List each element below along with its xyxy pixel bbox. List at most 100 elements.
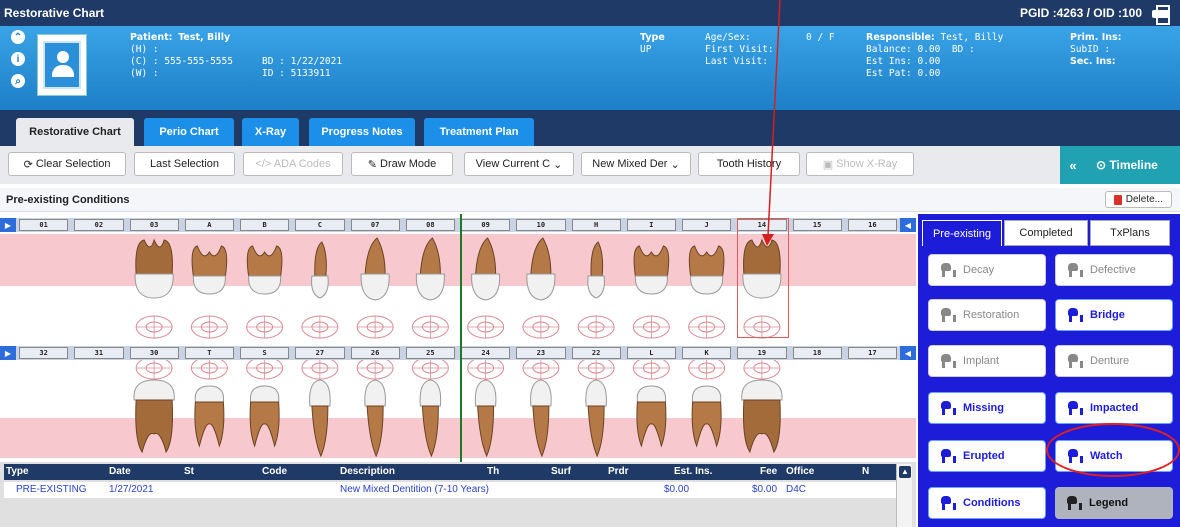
upper-tooth-number[interactable]: 01 <box>19 219 69 231</box>
upper-tooth[interactable] <box>633 245 670 295</box>
lower-teeth[interactable] <box>0 360 916 460</box>
info-icon[interactable]: i <box>11 52 25 66</box>
upper-tooth[interactable] <box>526 237 556 301</box>
implant-button[interactable]: Implant <box>928 345 1046 377</box>
legend-button[interactable]: Legend <box>1055 487 1173 519</box>
upper-tooth[interactable] <box>246 245 283 295</box>
upper-tooth-number[interactable]: J <box>682 219 732 231</box>
upper-tooth-number[interactable]: 10 <box>516 219 566 231</box>
upper-tooth-number[interactable]: 03 <box>129 219 179 231</box>
table-scrollbar[interactable]: ▲ <box>896 464 912 527</box>
lower-tooth-number[interactable]: 24 <box>461 347 511 359</box>
occlusal-surface[interactable] <box>522 315 560 339</box>
occlusal-surface[interactable] <box>577 360 615 380</box>
lower-tooth[interactable] <box>133 379 175 454</box>
upper-tooth-number[interactable]: B <box>240 219 290 231</box>
lower-tooth-number[interactable]: 18 <box>792 347 842 359</box>
occlusal-surface[interactable] <box>190 315 228 339</box>
occlusal-surface[interactable] <box>356 360 394 380</box>
lower-tooth-number[interactable]: 27 <box>295 347 345 359</box>
lower-tooth-number[interactable]: 23 <box>516 347 566 359</box>
upper-tooth[interactable] <box>360 237 390 301</box>
tab-perio-chart[interactable]: Perio Chart <box>144 118 234 146</box>
tab-pre-existing[interactable]: Pre-existing <box>922 220 1002 246</box>
erupted-button[interactable]: Erupted <box>928 440 1046 472</box>
occlusal-surface[interactable] <box>135 360 173 380</box>
upper-tooth[interactable] <box>587 241 605 299</box>
occlusal-surface[interactable] <box>190 360 228 380</box>
lower-tooth[interactable] <box>636 385 667 448</box>
upper-tooth[interactable] <box>191 245 228 295</box>
arrow-right-icon[interactable]: ▶ <box>0 218 16 232</box>
tooth-history-button[interactable]: Tooth History <box>698 152 800 176</box>
tab-completed[interactable]: Completed <box>1004 220 1088 246</box>
lower-tooth[interactable] <box>309 379 331 458</box>
lower-tooth-number[interactable]: 32 <box>19 347 69 359</box>
tab-restorative-chart[interactable]: Restorative Chart <box>16 118 134 146</box>
decay-button[interactable]: Decay <box>928 254 1046 286</box>
lower-tooth[interactable] <box>364 379 386 458</box>
tab-txplans[interactable]: TxPlans <box>1090 220 1170 246</box>
upper-tooth[interactable] <box>471 237 501 301</box>
attachment-icon[interactable]: ⌕ <box>11 74 25 88</box>
lower-tooth-number[interactable]: 22 <box>571 347 621 359</box>
clear-selection-button[interactable]: ⟳ Clear Selection <box>8 152 126 176</box>
occlusal-surface[interactable] <box>577 315 615 339</box>
arrow-right-icon[interactable]: ▶ <box>0 346 16 360</box>
lower-tooth[interactable] <box>474 379 497 458</box>
draw-mode-button[interactable]: ✎ Draw Mode <box>351 152 453 176</box>
upper-tooth-number[interactable]: 09 <box>461 219 511 231</box>
occlusal-surface[interactable] <box>411 360 449 380</box>
upper-tooth[interactable] <box>688 245 725 295</box>
lower-tooth-number[interactable]: 25 <box>405 347 455 359</box>
patient-photo[interactable] <box>37 34 87 96</box>
occlusal-surface[interactable] <box>688 360 726 380</box>
lower-tooth-number[interactable]: 26 <box>350 347 400 359</box>
collapse-left-icon[interactable]: « <box>1060 158 1086 173</box>
tab-x-ray[interactable]: X-Ray <box>242 118 299 146</box>
upper-tooth[interactable] <box>311 241 329 299</box>
upper-tooth-number[interactable]: I <box>626 219 676 231</box>
table-row[interactable]: PRE-EXISTING 1/27/2021 New Mixed Dentiti… <box>4 482 896 498</box>
upper-tooth[interactable] <box>415 237 445 301</box>
occlusal-surface[interactable] <box>135 315 173 339</box>
delete-button[interactable]: Delete... <box>1104 191 1172 208</box>
lower-tooth[interactable] <box>585 379 607 458</box>
arrow-left-icon[interactable]: ◀ <box>900 218 916 232</box>
lower-tooth[interactable] <box>741 379 783 454</box>
show-x-ray-button[interactable]: ▣ Show X-Ray <box>806 152 914 176</box>
upper-tooth[interactable] <box>134 238 174 299</box>
collapse-icon[interactable]: ⌃ <box>11 30 25 44</box>
upper-tooth-number[interactable]: 02 <box>74 219 124 231</box>
impacted-button[interactable]: Impacted <box>1055 392 1173 424</box>
lower-tooth[interactable] <box>249 385 280 448</box>
last-selection-button[interactable]: Last Selection <box>134 152 235 176</box>
occlusal-surface[interactable] <box>467 360 505 380</box>
scroll-up-icon[interactable]: ▲ <box>899 466 911 478</box>
restoration-button[interactable]: Restoration <box>928 299 1046 331</box>
lower-tooth-number[interactable]: L <box>626 347 676 359</box>
upper-tooth-number[interactable]: 07 <box>350 219 400 231</box>
arrow-left-icon[interactable]: ◀ <box>900 346 916 360</box>
conditions-button[interactable]: Conditions <box>928 487 1046 519</box>
view-current-dropdown[interactable]: View Current C ⌄ <box>464 152 574 176</box>
mixed-dentition-dropdown[interactable]: New Mixed Der ⌄ <box>581 152 691 176</box>
upper-tooth-number[interactable]: C <box>295 219 345 231</box>
occlusal-surface[interactable] <box>411 315 449 339</box>
lower-tooth-number[interactable]: 17 <box>847 347 897 359</box>
occlusal-surface[interactable] <box>688 315 726 339</box>
lower-tooth[interactable] <box>530 379 552 458</box>
occlusal-surface[interactable] <box>522 360 560 380</box>
lower-tooth[interactable] <box>419 379 442 458</box>
occlusal-surface[interactable] <box>467 315 505 339</box>
upper-tooth-number[interactable]: H <box>571 219 621 231</box>
lower-tooth-number[interactable]: 19 <box>737 347 787 359</box>
upper-tooth-number[interactable]: 16 <box>847 219 897 231</box>
printer-icon[interactable] <box>1150 4 1172 25</box>
bridge-button[interactable]: Bridge <box>1055 299 1173 331</box>
tab-treatment-plan[interactable]: Treatment Plan <box>424 118 534 146</box>
upper-tooth-number[interactable]: 08 <box>405 219 455 231</box>
tab-progress-notes[interactable]: Progress Notes <box>309 118 415 146</box>
occlusal-surface[interactable] <box>632 315 670 339</box>
occlusal-surface[interactable] <box>632 360 670 380</box>
